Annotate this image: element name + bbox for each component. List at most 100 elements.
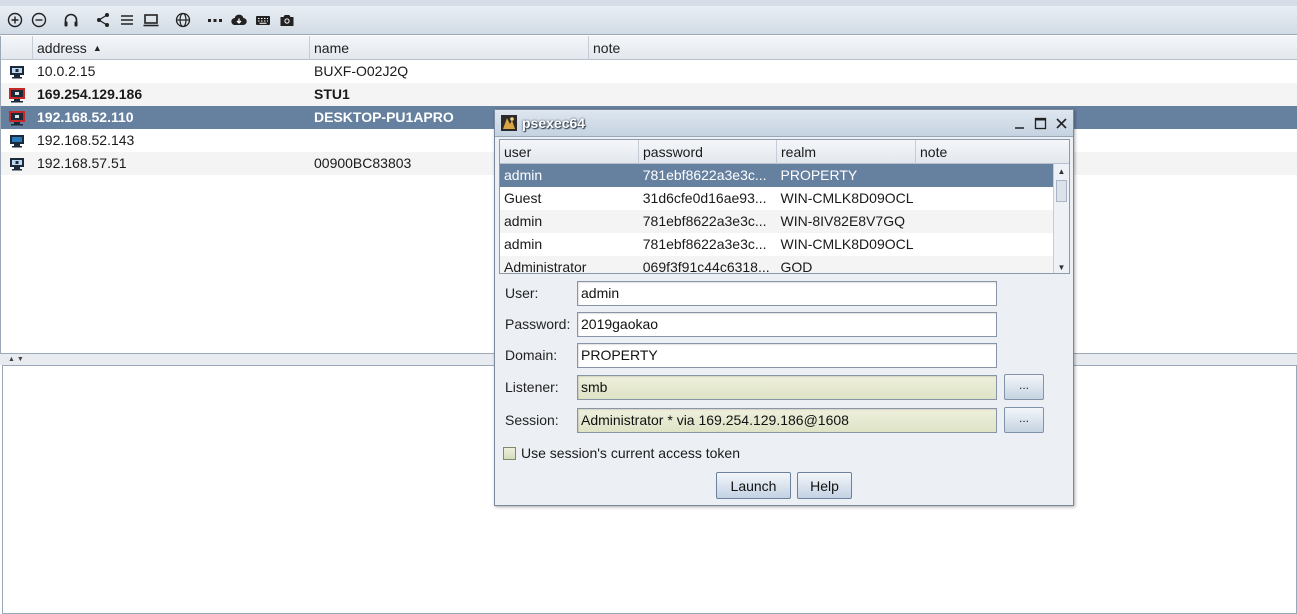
table-row[interactable]: 169.254.129.186 STU1 (1, 83, 1297, 106)
address-column-label: address (37, 40, 87, 56)
cred-user: admin (504, 167, 543, 183)
note-column-header[interactable]: note (916, 140, 1069, 164)
sort-ascending-icon: ▲ (92, 43, 102, 53)
launch-button[interactable]: Launch (716, 472, 791, 499)
user-row: User: (505, 280, 997, 306)
credentials-table: user password realm note admin 781ebf862… (499, 139, 1070, 274)
cred-realm: GOD (780, 259, 813, 274)
headphones-listeners-icon[interactable] (60, 9, 82, 31)
listener-browse-button[interactable]: ... (1004, 374, 1044, 400)
row-address: 169.254.129.186 (37, 86, 143, 102)
cred-realm: PROPERTY (780, 167, 858, 183)
monitor-icon (1, 60, 33, 83)
user-field[interactable] (577, 280, 997, 306)
cred-user: admin (504, 236, 543, 252)
credential-row[interactable]: Administrator 069f3f91c44c6318... GOD (500, 256, 1054, 274)
row-address: 192.168.52.110 (37, 109, 134, 125)
table-view-icon[interactable] (140, 9, 162, 31)
password-row: Password: (505, 311, 997, 337)
scroll-up-icon[interactable]: ▲ (1054, 164, 1069, 178)
main-toolbar (0, 6, 1297, 35)
dialog-titlebar[interactable]: psexec64 (495, 110, 1073, 137)
domain-label: Domain: (505, 347, 558, 363)
row-name: BUXF-O02J2Q (314, 63, 409, 79)
cred-password: 31d6cfe0d16ae93... (642, 190, 767, 206)
credentials-table-header: user password realm note (500, 140, 1069, 164)
close-icon[interactable] (1052, 114, 1070, 132)
row-address: 10.0.2.15 (37, 63, 96, 79)
cred-note (915, 233, 1054, 256)
dots-icon[interactable] (204, 9, 226, 31)
cred-note (915, 187, 1054, 210)
password-field[interactable] (577, 311, 997, 337)
cred-user: admin (504, 213, 543, 229)
cred-realm: WIN-CMLK8D09OCL (780, 190, 914, 206)
cred-password: 781ebf8622a3e3c... (642, 236, 767, 252)
name-column-label: name (314, 40, 350, 56)
cred-user: Guest (504, 190, 542, 206)
remove-connection-icon[interactable] (28, 9, 50, 31)
access-token-option[interactable]: Use session's current access token (503, 445, 740, 461)
app-logo-icon (501, 115, 517, 131)
cred-realm: WIN-CMLK8D09OCL (780, 236, 914, 252)
cred-note (915, 164, 1054, 187)
listener-field[interactable]: smb (577, 374, 997, 400)
row-address: 192.168.52.143 (37, 132, 135, 148)
session-row: Session: Administrator * via 169.254.129… (505, 407, 997, 433)
icon-column-header[interactable] (1, 36, 33, 60)
user-column-header[interactable]: user (500, 140, 639, 164)
cred-note (915, 210, 1054, 233)
maximize-icon[interactable] (1031, 114, 1049, 132)
cred-password: 781ebf8622a3e3c... (642, 213, 767, 229)
share-graph-icon[interactable] (92, 9, 114, 31)
table-row[interactable]: 10.0.2.15 BUXF-O02J2Q (1, 60, 1297, 83)
targets-table-header: address ▲ name note (1, 36, 1297, 60)
keyboard-icon[interactable] (252, 9, 274, 31)
access-token-label: Use session's current access token (521, 445, 740, 461)
credential-row[interactable]: admin 781ebf8622a3e3c... PROPERTY (500, 164, 1054, 187)
cloud-download-icon[interactable] (228, 9, 250, 31)
monitor-icon (1, 152, 33, 175)
credential-row[interactable]: admin 781ebf8622a3e3c... WIN-CMLK8D09OCL (500, 233, 1054, 256)
row-note (589, 83, 1297, 106)
session-label: Session: (505, 412, 559, 428)
password-column-header[interactable]: password (639, 140, 777, 164)
domain-field[interactable] (577, 342, 997, 368)
row-note (589, 60, 1297, 83)
dialog-title: psexec64 (522, 115, 586, 131)
row-name: STU1 (314, 86, 350, 102)
camera-screenshot-icon[interactable] (276, 9, 298, 31)
scroll-down-icon[interactable]: ▼ (1054, 260, 1069, 273)
name-column-header[interactable]: name (310, 36, 589, 60)
cred-realm: WIN-8IV82E8V7GQ (780, 213, 906, 229)
note-column-label: note (593, 40, 621, 56)
psexec-dialog: psexec64 user password realm note admin … (494, 109, 1074, 506)
row-address: 192.168.57.51 (37, 155, 127, 171)
globe-icon[interactable] (172, 9, 194, 31)
credential-row[interactable]: Guest 31d6cfe0d16ae93... WIN-CMLK8D09OCL (500, 187, 1054, 210)
address-column-header[interactable]: address ▲ (33, 36, 310, 60)
minimize-icon[interactable] (1010, 114, 1028, 132)
session-field[interactable]: Administrator * via 169.254.129.186@1608 (577, 407, 997, 433)
access-token-checkbox[interactable] (503, 446, 516, 460)
credential-row[interactable]: admin 781ebf8622a3e3c... WIN-8IV82E8V7GQ (500, 210, 1054, 233)
cred-password: 069f3f91c44c6318... (642, 259, 770, 274)
compromised-monitor-icon (1, 83, 33, 106)
cred-note (915, 256, 1054, 273)
note-column-header[interactable]: note (589, 36, 1297, 60)
cred-password: 781ebf8622a3e3c... (642, 167, 767, 183)
domain-row: Domain: (505, 342, 997, 368)
credentials-scrollbar[interactable]: ▲ ▼ (1053, 164, 1069, 273)
scroll-thumb[interactable] (1056, 180, 1067, 202)
add-connection-icon[interactable] (4, 9, 26, 31)
user-label: User: (505, 285, 539, 301)
session-browse-button[interactable]: ... (1004, 407, 1044, 433)
monitor-icon (1, 129, 33, 152)
compromised-monitor-icon (1, 106, 33, 129)
help-button[interactable]: Help (797, 472, 852, 499)
list-view-icon[interactable] (116, 9, 138, 31)
password-label: Password: (505, 316, 571, 332)
splitter-arrows[interactable]: ▲ ▼ (8, 356, 24, 363)
listener-label: Listener: (505, 379, 559, 395)
realm-column-header[interactable]: realm (777, 140, 916, 164)
